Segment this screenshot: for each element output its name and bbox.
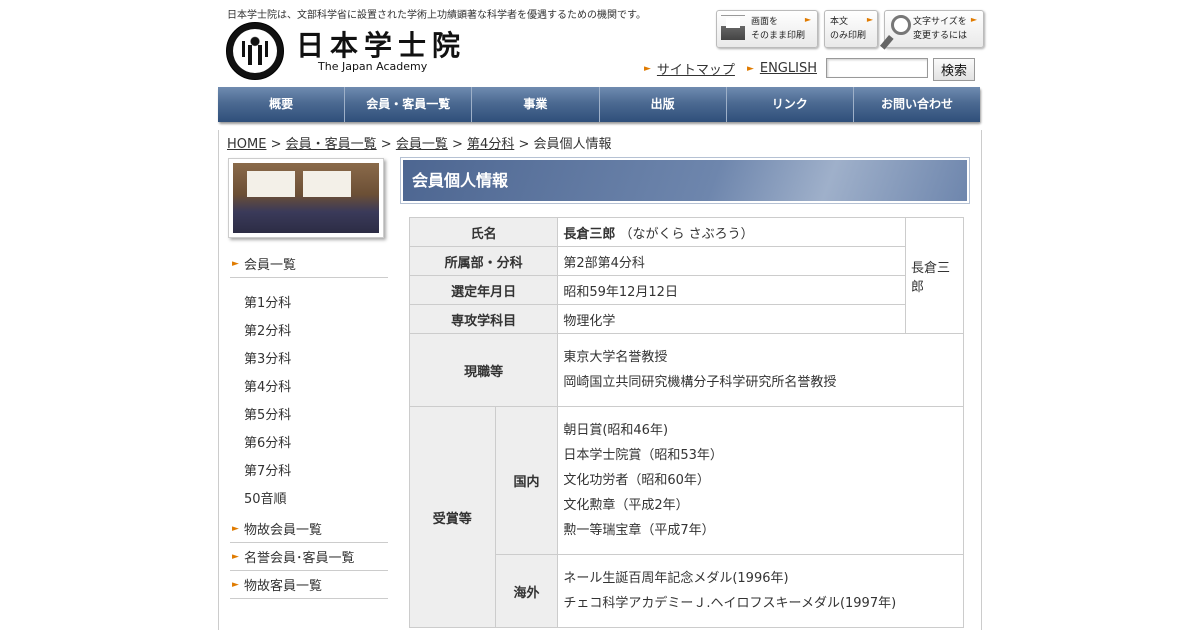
sidebar-section-7[interactable]: 第7分科 [244,460,291,479]
date-value: 昭和59年12月12日 [557,275,907,305]
sidebar-item-deceased[interactable]: ► 物故会員一覧 [230,520,388,543]
site-logo[interactable]: 日本学士院 The Japan Academy [226,22,466,82]
font-size-button[interactable]: 文字サイズを 変更するには ► [880,10,984,50]
nav-publications[interactable]: 出版 [599,87,727,122]
sidebar-deceased[interactable]: ► 物故会員一覧 [230,520,388,543]
breadcrumb: HOME > 会員・客員一覧 > 会員一覧 > 第4分科 > 会員個人情報 [227,137,612,152]
bullet-icon: ► [232,259,239,269]
awards-label: 受賞等 [409,406,496,628]
table-row: 受賞等 国内 朝日賞(昭和46年) 日本学士院賞（昭和53年） 文化功労者（昭和… [409,406,964,628]
table-row: 氏名 長倉三郎 （ながくら さぶろう） 長倉三郎 [408,217,964,334]
sidebar-alphabetical[interactable]: 50音順 [244,488,287,507]
sitemap-link[interactable]: サイトマップ [657,59,735,78]
sidebar-section-4[interactable]: 第4分科 [244,376,291,395]
meeting-photo [233,163,379,233]
name-label: 氏名 [408,217,559,247]
date-label: 選定年月日 [408,275,559,305]
breadcrumb-section[interactable]: 第4分科 [467,137,514,152]
sidebar-section-6[interactable]: 第6分科 [244,432,291,451]
bullet-icon: ► [232,580,239,590]
page-wrapper: 日本学士院は、文部科学省に設置された学術上功績顕著な科学者を優遇するための機関で… [218,0,984,630]
nav-contact[interactable]: お問い合わせ [853,87,981,122]
header-links: ► サイトマップ ► ENGLISH [644,59,817,78]
print-text-button[interactable]: 本文 のみ印刷 ► [824,10,878,48]
overseas-awards: ネール生誕百周年記念メダル(1996年) チェコ科学アカデミーＪ.ヘイロフスキー… [557,554,964,628]
domestic-label: 国内 [494,406,559,555]
arrow-right-icon: ► [970,15,977,24]
member-photo-alt: 長倉三郎 [911,260,951,295]
logo-title: 日本学士院 [296,29,467,62]
field-label: 専攻学科目 [408,304,559,334]
breadcrumb-current: 会員個人情報 [533,137,612,152]
section-label: 所属部・分科 [408,246,559,276]
print-text-label: 本文 のみ印刷 [830,17,867,41]
nav-links[interactable]: リンク [726,87,854,122]
sidebar-item-members[interactable]: ► 会員一覧 [230,255,388,278]
table-row: 選定年月日 昭和59年12月12日 [408,275,964,305]
field-value: 物理化学 [557,304,907,334]
sidebar-section-5[interactable]: 第5分科 [244,404,291,423]
bullet-icon: ► [746,63,754,74]
sidebar-section-2[interactable]: 第2分科 [244,320,291,339]
bullet-icon: ► [232,552,239,562]
section-value: 第2部第4分科 [557,246,907,276]
print-screen-button[interactable]: 画面を そのまま印刷 ► [716,10,818,48]
table-row: 現職等 東京大学名誉教授 岡崎国立共同研究機構分子科学研究所名誉教授 [408,333,964,407]
table-row: 専攻学科目 物理化学 [408,304,964,334]
arrow-right-icon: ► [804,15,811,24]
sidebar-section-3[interactable]: 第3分科 [244,348,291,367]
sidebar-photo [228,158,384,238]
search-input[interactable] [826,58,928,78]
sidebar-item-deceased-guests[interactable]: ► 物故客員一覧 [230,576,388,599]
sidebar-item-honorary[interactable]: ► 名誉会員･客員一覧 [230,548,388,571]
printer-icon [721,15,745,44]
bullet-icon: ► [232,524,239,534]
page-title-box: 会員個人情報 [400,157,970,204]
member-photo: 長倉三郎 [905,217,964,334]
sidebar-deceased-guests[interactable]: ► 物故客員一覧 [230,576,388,599]
global-nav: 概要 会員・客員一覧 事業 出版 リンク お問い合わせ [218,87,981,122]
nav-overview[interactable]: 概要 [218,87,346,122]
position-label: 現職等 [408,333,559,407]
logo-subtitle: The Japan Academy [318,60,428,73]
print-screen-label: 画面を そのまま印刷 [751,17,806,41]
sidebar-section-1[interactable]: 第1分科 [244,292,291,311]
member-info-table: 氏名 長倉三郎 （ながくら さぶろう） 長倉三郎 所属部・分科 第2部第4分科 … [408,217,964,628]
english-link[interactable]: ENGLISH [760,61,817,76]
breadcrumb-members-guests[interactable]: 会員・客員一覧 [286,137,377,152]
table-row: 所属部・分科 第2部第4分科 [408,246,964,276]
utility-toolbar: 画面を そのまま印刷 ► 本文 のみ印刷 ► 文字サイズを 変更するには ► [716,10,984,50]
name-cell: 長倉三郎 （ながくら さぶろう） [557,217,907,247]
bullet-icon: ► [644,63,651,74]
breadcrumb-members[interactable]: 会員一覧 [396,137,448,152]
position-value: 東京大学名誉教授 岡崎国立共同研究機構分子科学研究所名誉教授 [557,333,964,407]
member-reading: （ながくら さぶろう） [619,226,754,242]
nav-members[interactable]: 会員・客員一覧 [345,87,473,122]
overseas-label: 海外 [494,554,559,628]
search-button[interactable]: 検索 [933,58,975,81]
breadcrumb-home[interactable]: HOME [227,137,266,152]
site-tagline: 日本学士院は、文部科学省に設置された学術上功績顕著な科学者を優遇するための機関で… [227,10,646,21]
sidebar-members[interactable]: ► 会員一覧 [230,255,388,278]
arrow-right-icon: ► [866,15,873,24]
member-name: 長倉三郎 [563,226,616,242]
magnifier-icon [880,15,913,50]
font-size-label: 文字サイズを 変更するには [913,17,968,41]
nav-activities[interactable]: 事業 [472,87,600,122]
domestic-awards: 朝日賞(昭和46年) 日本学士院賞（昭和53年） 文化功労者（昭和60年） 文化… [557,406,964,555]
sidebar-honorary[interactable]: ► 名誉会員･客員一覧 [230,548,388,571]
academy-seal-icon [226,22,284,80]
page-title: 会員個人情報 [403,160,967,201]
